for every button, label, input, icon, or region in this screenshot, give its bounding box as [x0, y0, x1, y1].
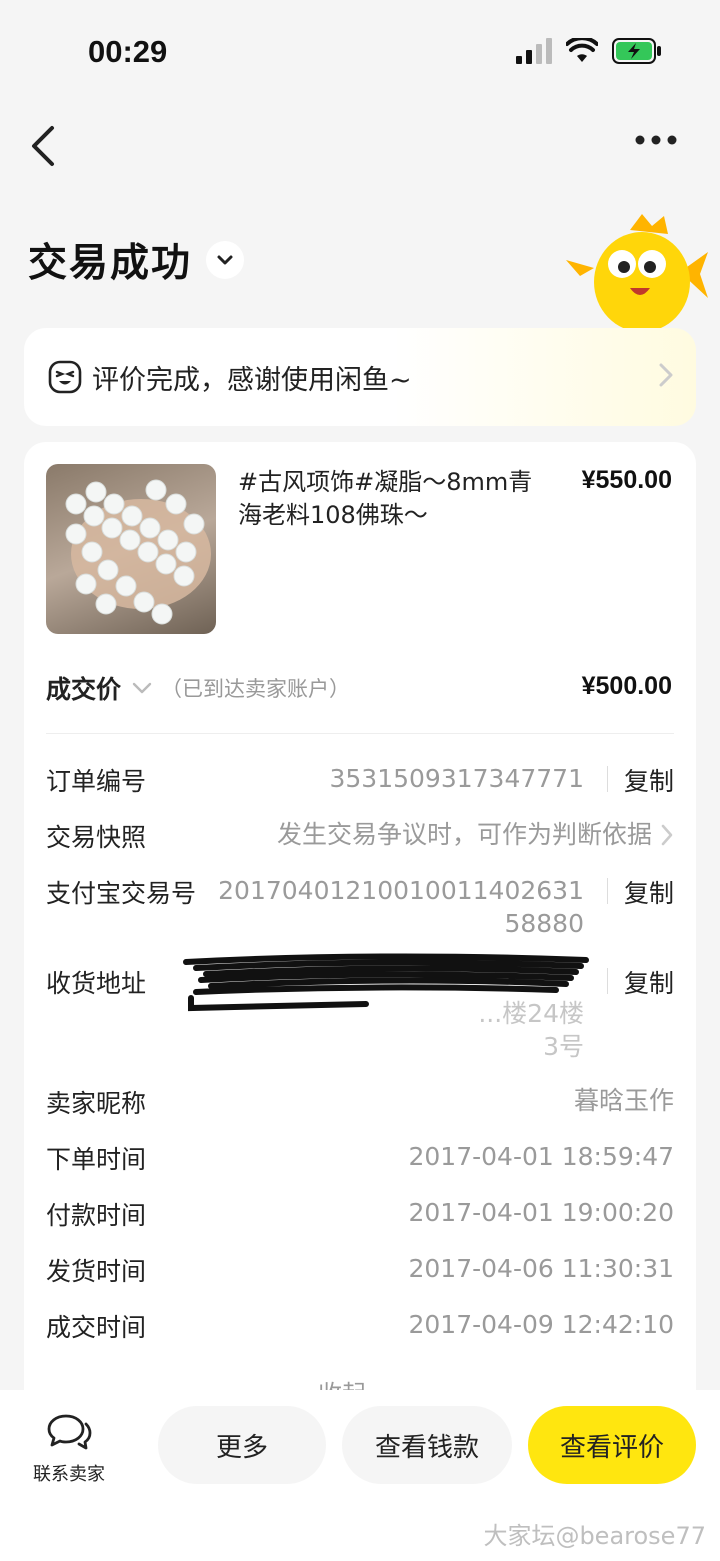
- seller-nickname-row: 卖家昵称 暮晗玉作: [46, 1084, 674, 1124]
- wifi-icon: [566, 38, 598, 62]
- order-time-label: 下单时间: [46, 1145, 147, 1174]
- chevron-right-icon: [661, 824, 673, 846]
- alipay-number-label: 支付宝交易号: [46, 879, 197, 908]
- chevron-down-icon: [132, 682, 152, 694]
- chevron-down-icon: [217, 255, 233, 265]
- seller-nickname-value: 暮晗玉作: [573, 1086, 674, 1115]
- battery-charging-icon: [612, 38, 661, 64]
- trade-snapshot-label: 交易快照: [46, 823, 147, 852]
- order-detail-card: #古风项饰#凝脂～8mm青海老料108佛珠～ ¥550.00 成交价 （已到达卖…: [24, 442, 696, 1442]
- product-title[interactable]: #古风项饰#凝脂～8mm青海老料108佛珠～: [238, 466, 538, 532]
- review-banner-text: 评价完成，感谢使用闲鱼~: [92, 364, 412, 396]
- pay-time-value: 2017-04-01 19:00:20: [408, 1198, 674, 1227]
- copy-alipay-number-button[interactable]: 复制: [624, 874, 674, 910]
- view-money-button[interactable]: 查看钱款: [342, 1406, 512, 1484]
- view-review-button[interactable]: 查看评价: [528, 1406, 696, 1484]
- separator: [607, 968, 608, 994]
- status-icons: [516, 38, 662, 64]
- nav-bar: [0, 110, 720, 190]
- review-complete-banner[interactable]: 评价完成，感谢使用闲鱼~: [24, 328, 696, 426]
- status-bar: 00:29: [0, 0, 720, 100]
- copy-address-button[interactable]: 复制: [624, 964, 674, 1000]
- pay-time-label: 付款时间: [46, 1201, 147, 1230]
- product-image[interactable]: [46, 464, 216, 634]
- deal-price-label: 成交价: [46, 675, 122, 704]
- deal-price-row[interactable]: 成交价 （已到达卖家账户） ¥500.00: [46, 668, 674, 708]
- back-arrow-icon: [32, 126, 54, 166]
- status-expand-button[interactable]: [206, 241, 245, 279]
- contact-seller-label: 联系卖家: [33, 1464, 105, 1485]
- title-row: 交易成功: [28, 232, 245, 288]
- watermark: 大家坛@bearose77: [483, 1522, 706, 1550]
- more-button[interactable]: 更多: [158, 1406, 326, 1484]
- alipay-number-line2: 58880: [504, 909, 584, 938]
- separator: [607, 766, 608, 792]
- trade-snapshot-value: 发生交易争议时，可作为判断依据: [276, 820, 652, 849]
- fish-mascot-icon: [566, 214, 708, 332]
- smiley-face-icon: [48, 360, 82, 394]
- ship-time-label: 发货时间: [46, 1257, 147, 1286]
- copy-order-number-button[interactable]: 复制: [624, 762, 674, 798]
- trade-snapshot-row[interactable]: 交易快照 发生交易争议时，可作为判断依据: [46, 818, 674, 858]
- deal-price-value: ¥500.00: [581, 672, 672, 700]
- order-time-value: 2017-04-01 18:59:47: [408, 1142, 674, 1171]
- order-number-value: 3531509317347771: [329, 764, 585, 793]
- chat-bubble-icon: [47, 1414, 92, 1450]
- signal-icon: [516, 38, 552, 64]
- alipay-number-row: 支付宝交易号 20170401210010011402631 58880 复制: [46, 874, 674, 944]
- order-number-label: 订单编号: [46, 767, 147, 796]
- order-time-row: 下单时间 2017-04-01 18:59:47: [46, 1140, 674, 1180]
- shipping-address-label: 收货地址: [46, 969, 147, 998]
- order-number-row: 订单编号 3531509317347771 复制: [46, 762, 674, 802]
- pay-time-row: 付款时间 2017-04-01 19:00:20: [46, 1196, 674, 1236]
- deal-time-row: 成交时间 2017-04-09 12:42:10: [46, 1308, 674, 1348]
- page-title: 交易成功: [28, 241, 193, 286]
- shipping-address-line2: 3号: [543, 1032, 584, 1061]
- seller-nickname-label: 卖家昵称: [46, 1089, 147, 1118]
- product-price: ¥550.00: [581, 466, 672, 494]
- deal-price-note: （已到达卖家账户）: [161, 677, 351, 701]
- alipay-number-line1: 20170401210010011402631: [218, 876, 584, 905]
- bead-bracelet-image: [65, 479, 211, 625]
- more-dots-icon: [635, 135, 677, 145]
- alipay-number-value: 20170401210010011402631 58880: [218, 874, 584, 940]
- separator: [607, 878, 608, 904]
- divider: [46, 733, 674, 734]
- redaction-scribble: [183, 953, 589, 1012]
- ship-time-value: 2017-04-06 11:30:31: [408, 1254, 674, 1283]
- contact-seller-button[interactable]: 联系卖家: [28, 1412, 110, 1486]
- more-options-button[interactable]: [634, 132, 684, 168]
- deal-time-value: 2017-04-09 12:42:10: [408, 1310, 674, 1339]
- status-time: 00:29: [88, 34, 168, 69]
- ship-time-row: 发货时间 2017-04-06 11:30:31: [46, 1252, 674, 1292]
- shipping-address-row: 收货地址 ...楼24楼 3号 复制: [46, 953, 674, 1064]
- chevron-right-icon: [659, 363, 673, 387]
- deal-time-label: 成交时间: [46, 1313, 147, 1342]
- back-button[interactable]: [28, 124, 68, 174]
